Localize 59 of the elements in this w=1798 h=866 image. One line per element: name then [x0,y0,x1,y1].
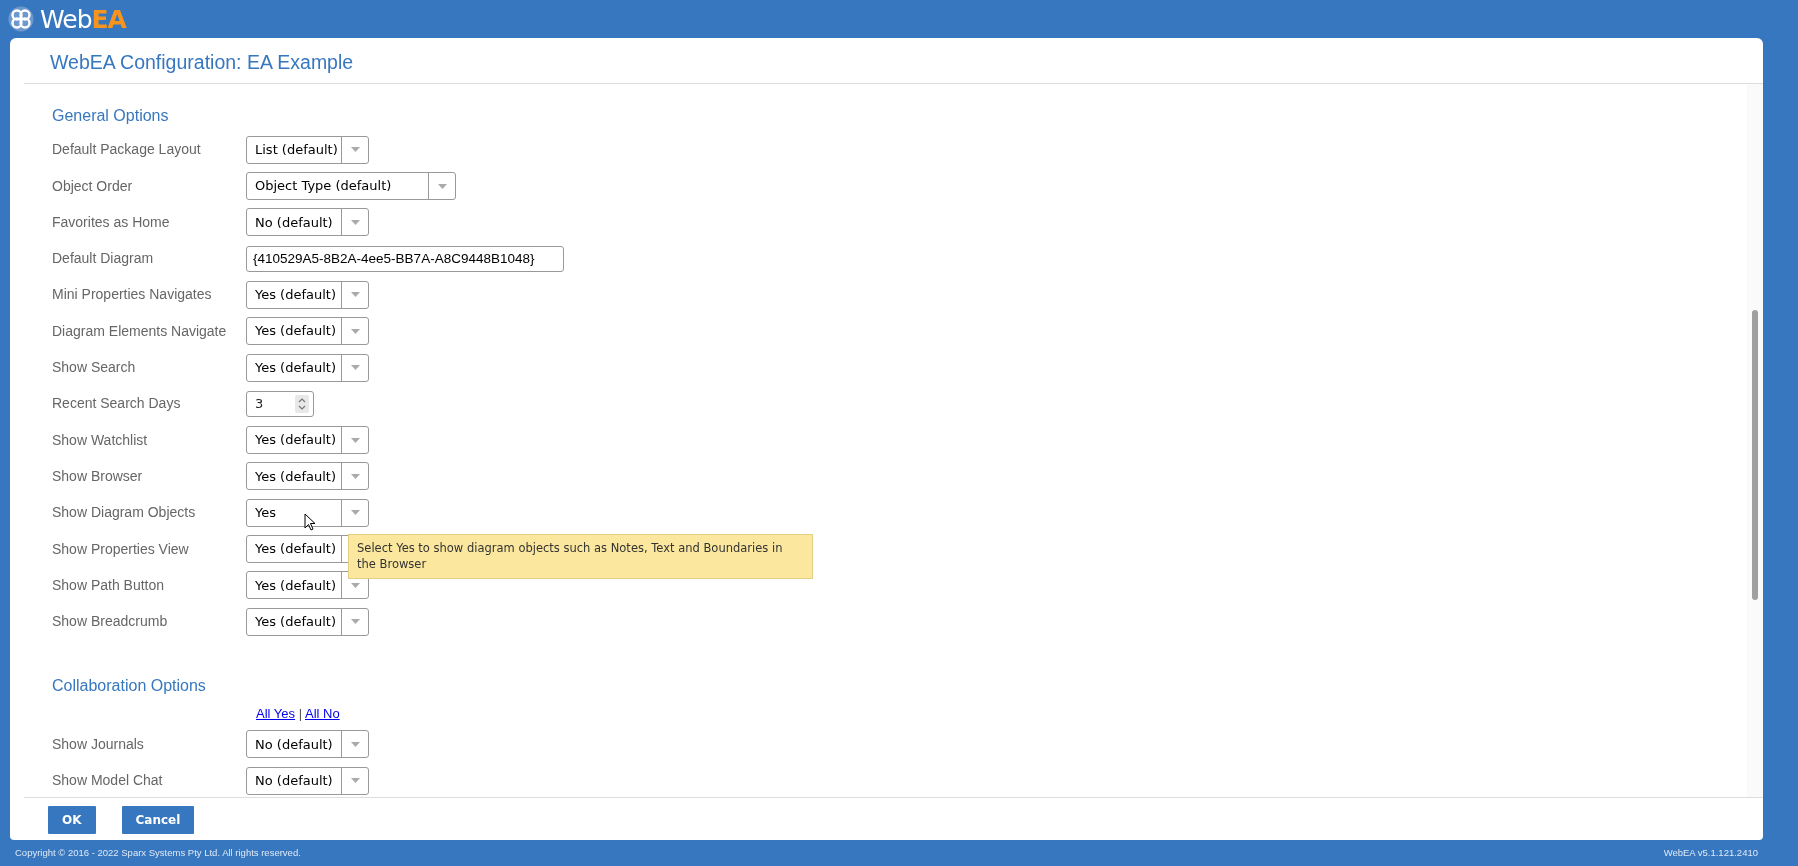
dropdown[interactable]: No (default) [246,766,369,795]
caret-icon [350,778,360,784]
dropdown[interactable]: No (default) [246,730,369,759]
dropdown[interactable]: Yes (default) [246,353,369,382]
separator: | [298,706,303,722]
caret-icon [350,510,360,516]
caret-icon [350,365,360,371]
text-field[interactable]: {410529A5-8B2A-4ee5-BB7A-A8C9448B1048} [246,245,564,272]
caret-icon [350,292,360,298]
caret-icon [350,328,360,334]
field-label: Show Path Button [51,575,166,595]
field-label: Object Order [51,176,134,196]
field-label: Favorites as Home [51,212,171,232]
page-title: WebEA Configuration: EA Example [24,38,1763,85]
dropdown[interactable]: Object Type (default) [246,172,456,201]
field-label: Default Package Layout [51,140,202,160]
dropdown[interactable]: Yes (default) [246,317,369,346]
caret-icon [350,619,360,625]
dropdown[interactable]: Yes (default) [246,607,369,636]
field-label: Default Diagram [51,249,155,269]
field-label: Show Breadcrumb [51,612,169,632]
dropdown[interactable]: No (default) [246,208,369,237]
field-label: Show Browser [51,466,144,486]
scrollbar[interactable] [1747,84,1763,797]
field-label: Show Model Chat [51,771,164,791]
field-label: Diagram Elements Navigate [51,321,228,341]
number-field[interactable]: 3 [246,390,314,417]
dropdown[interactable]: Yes (default) [246,280,369,309]
field-label: Show Properties View [51,539,190,559]
caret-icon [437,183,447,189]
field-label: Recent Search Days [51,394,182,414]
caret-icon [350,582,360,588]
copyright-text: Copyright © 2016 - 2022 Sparx Systems Pty Ltd. All rights reserved. [15,845,301,860]
field-label: Show Search [51,358,137,378]
caret-icon [350,741,360,747]
ok-button[interactable]: OK [48,806,96,834]
caret-icon [350,473,360,479]
caret-icon [350,437,360,443]
link[interactable]: All Yes [256,706,296,722]
tooltip: Select Yes to show diagram objects such as Notes, Text and Boundaries in the Browser [348,534,813,580]
cursor-icon [304,513,316,532]
dropdown[interactable]: Yes (default) [246,571,369,600]
logo: WebEA [40,6,126,32]
caret-icon [350,219,360,225]
cancel-button[interactable]: Cancel [121,806,195,834]
section-heading: General Options [52,106,170,127]
logo-icon [8,6,34,32]
caret-icon [350,147,360,153]
field-label: Show Watchlist [51,430,149,450]
dropdown[interactable]: List (default) [246,135,369,164]
dropdown[interactable]: Yes [246,498,369,527]
dropdown[interactable]: Yes (default) [246,462,369,491]
dropdown[interactable]: Yes (default) [246,426,369,455]
field-label: Mini Properties Navigates [51,285,213,305]
link[interactable]: All No [304,706,340,722]
version-text: WebEA v5.1.121.2410 [1663,845,1758,860]
field-label: Show Journals [51,734,145,754]
field-label: Show Diagram Objects [51,503,197,523]
section-heading: Collaboration Options [52,676,207,697]
